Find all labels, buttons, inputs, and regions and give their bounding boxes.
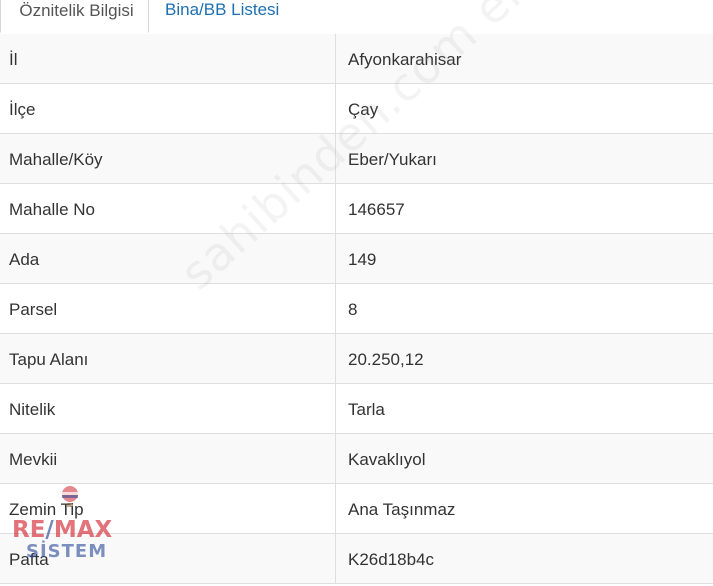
row-value: 146657 (348, 200, 405, 219)
column-divider (335, 484, 336, 534)
row-value: Ana Taşınmaz (348, 500, 456, 519)
row-label: Pafta (9, 550, 49, 569)
table-row: İlçe Çay (0, 84, 713, 134)
table-row: Parsel 8 (0, 284, 713, 334)
row-value: K26d18b4c (348, 550, 435, 569)
row-value: Tarla (348, 400, 385, 419)
attribute-table: İl Afyonkarahisar İlçe Çay Mahalle/Köy E… (0, 34, 713, 584)
row-label: Nitelik (9, 400, 56, 419)
row-value: Kavaklıyol (348, 450, 426, 469)
row-value: Afyonkarahisar (348, 50, 462, 69)
column-divider (335, 34, 336, 84)
row-label: Ada (9, 250, 40, 269)
table-row: Tapu Alanı 20.250,12 (0, 334, 713, 384)
table-row: Pafta K26d18b4c (0, 534, 713, 584)
column-divider (335, 284, 336, 334)
row-label: Mahalle No (9, 200, 95, 219)
table-row: Nitelik Tarla (0, 384, 713, 434)
row-label: İl (9, 50, 18, 69)
row-value: 8 (348, 300, 358, 319)
table-row: Ada 149 (0, 234, 713, 284)
tab-bar: Öznitelik Bilgisi Bina/BB Listesi (0, 0, 713, 35)
column-divider (335, 334, 336, 384)
table-row: İl Afyonkarahisar (0, 34, 713, 84)
table-row: Mevkii Kavaklıyol (0, 434, 713, 484)
column-divider (335, 84, 336, 134)
row-label: Mahalle/Köy (9, 150, 103, 169)
row-label: Tapu Alanı (9, 350, 89, 369)
column-divider (335, 434, 336, 484)
table-row: Mahalle No 146657 (0, 184, 713, 234)
row-label: Zemin Tip (9, 500, 84, 519)
row-value: Eber/Yukarı (348, 150, 437, 169)
table-row: Mahalle/Köy Eber/Yukarı (0, 134, 713, 184)
table-row: Zemin Tip Ana Taşınmaz (0, 484, 713, 534)
row-label: Parsel (9, 300, 58, 319)
row-label: İlçe (9, 100, 36, 119)
column-divider (335, 534, 336, 584)
column-divider (335, 234, 336, 284)
row-value: 20.250,12 (348, 350, 424, 369)
tab-bina-bb-listesi[interactable]: Bina/BB Listesi (150, 0, 279, 33)
row-value: 149 (348, 250, 377, 269)
column-divider (335, 384, 336, 434)
row-label: Mevkii (9, 450, 58, 469)
column-divider (335, 134, 336, 184)
column-divider (335, 184, 336, 234)
tab-oznitelik-bilgisi[interactable]: Öznitelik Bilgisi (0, 0, 149, 33)
row-value: Çay (348, 100, 379, 119)
